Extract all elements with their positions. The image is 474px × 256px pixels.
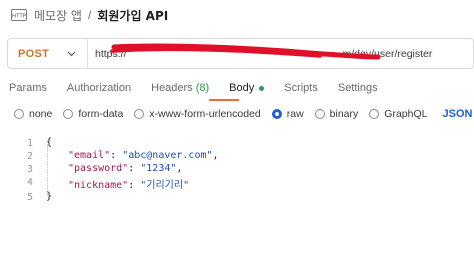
breadcrumb-separator: / [87, 8, 92, 22]
active-tab-underline [209, 99, 239, 101]
body-indicator-dot [259, 85, 265, 91]
json-trail: , [176, 163, 183, 174]
svg-text:HTTP: HTTP [12, 14, 27, 20]
body-type-graphql[interactable]: GraphQL [369, 108, 427, 120]
line-number: 4 [26, 177, 33, 188]
json-field-password: "password": "1234", [68, 163, 183, 174]
open-brace: { [46, 137, 53, 148]
tab-headers[interactable]: Headers (8) [151, 82, 209, 94]
method-select[interactable]: POST [8, 39, 88, 68]
body-type-label: raw [286, 108, 304, 120]
tab-settings[interactable]: Settings [338, 82, 378, 94]
json-field-email: "email": "abc@naver.com", [68, 150, 219, 161]
body-type-binary[interactable]: binary [314, 108, 359, 120]
json-key: "password" [68, 163, 129, 174]
body-editor[interactable]: 1 { 2 "email": "abc@naver.com", 3 "passw… [0, 132, 474, 256]
code-line: 4 [0, 176, 33, 189]
json-key: "nickname" [68, 180, 129, 191]
json-field-nickname: "nickname": "기리기리" [68, 180, 190, 191]
line-number: 3 [26, 164, 33, 175]
url-suffix: m/dev/user/register [342, 47, 433, 60]
radio-icon [63, 109, 74, 119]
method-label: POST [18, 47, 50, 60]
tab-params-label: Params [9, 82, 47, 94]
body-type-raw[interactable]: raw [271, 108, 304, 120]
body-type-label: x-www-form-urlencoded [149, 108, 261, 120]
json-value: "기리기리" [140, 180, 190, 191]
json-trail: , [212, 150, 219, 161]
body-type-label: binary [329, 108, 359, 120]
tab-body-label: Body [229, 82, 255, 94]
headers-count: (8) [195, 82, 210, 94]
radio-icon [14, 109, 24, 119]
tab-authorization-label: Authorization [66, 82, 132, 94]
tab-scripts[interactable]: Scripts [284, 82, 318, 94]
request-tabs: Params Authorization Headers (8) Body Sc… [0, 78, 474, 98]
chevron-down-icon [67, 51, 76, 57]
radio-icon [134, 109, 145, 119]
body-type-form-data[interactable]: form-data [63, 108, 123, 120]
url-prefix: https:// [95, 47, 127, 60]
format-select[interactable]: JSON [442, 108, 474, 120]
code-line: 3 [0, 163, 33, 176]
tab-body[interactable]: Body [229, 82, 265, 94]
json-value: "abc@naver.com" [122, 150, 213, 161]
request-title[interactable]: 회원가입 API [97, 7, 168, 24]
code-line: 5 [0, 191, 33, 204]
tab-scripts-label: Scripts [284, 82, 318, 94]
line-number: 2 [26, 151, 33, 162]
url-bar: POST https:// m/dev/user/register [7, 38, 474, 69]
body-type-options: none form-data x-www-form-urlencoded raw… [0, 106, 474, 122]
line-number: 1 [26, 138, 33, 149]
indent-guide [47, 144, 48, 196]
format-label: JSON [442, 108, 473, 120]
radio-selected-icon [271, 109, 282, 119]
tab-params[interactable]: Params [9, 82, 47, 94]
body-type-none[interactable]: none [14, 108, 52, 120]
breadcrumb-parent[interactable]: 메모장 앱 [34, 7, 82, 24]
body-type-urlencoded[interactable]: x-www-form-urlencoded [134, 108, 261, 120]
body-type-label: form-data [78, 108, 124, 120]
tab-settings-label: Settings [337, 82, 378, 94]
url-input[interactable]: https:// m/dev/user/register [88, 39, 473, 68]
json-value: "1234" [140, 163, 177, 174]
body-type-label: GraphQL [384, 108, 428, 120]
close-brace: } [46, 191, 53, 202]
line-number: 5 [26, 192, 33, 203]
radio-icon [369, 109, 380, 119]
radio-icon [314, 109, 325, 119]
body-type-label: none [29, 108, 53, 120]
code-line: 1 [0, 137, 33, 150]
breadcrumb: HTTP 메모장 앱 / 회원가입 API [0, 0, 474, 30]
tab-headers-label: Headers [151, 82, 193, 94]
http-request-icon: HTTP [11, 8, 27, 22]
tab-authorization[interactable]: Authorization [67, 82, 131, 94]
json-key: "email" [68, 150, 111, 161]
code-line: 2 [0, 150, 33, 163]
